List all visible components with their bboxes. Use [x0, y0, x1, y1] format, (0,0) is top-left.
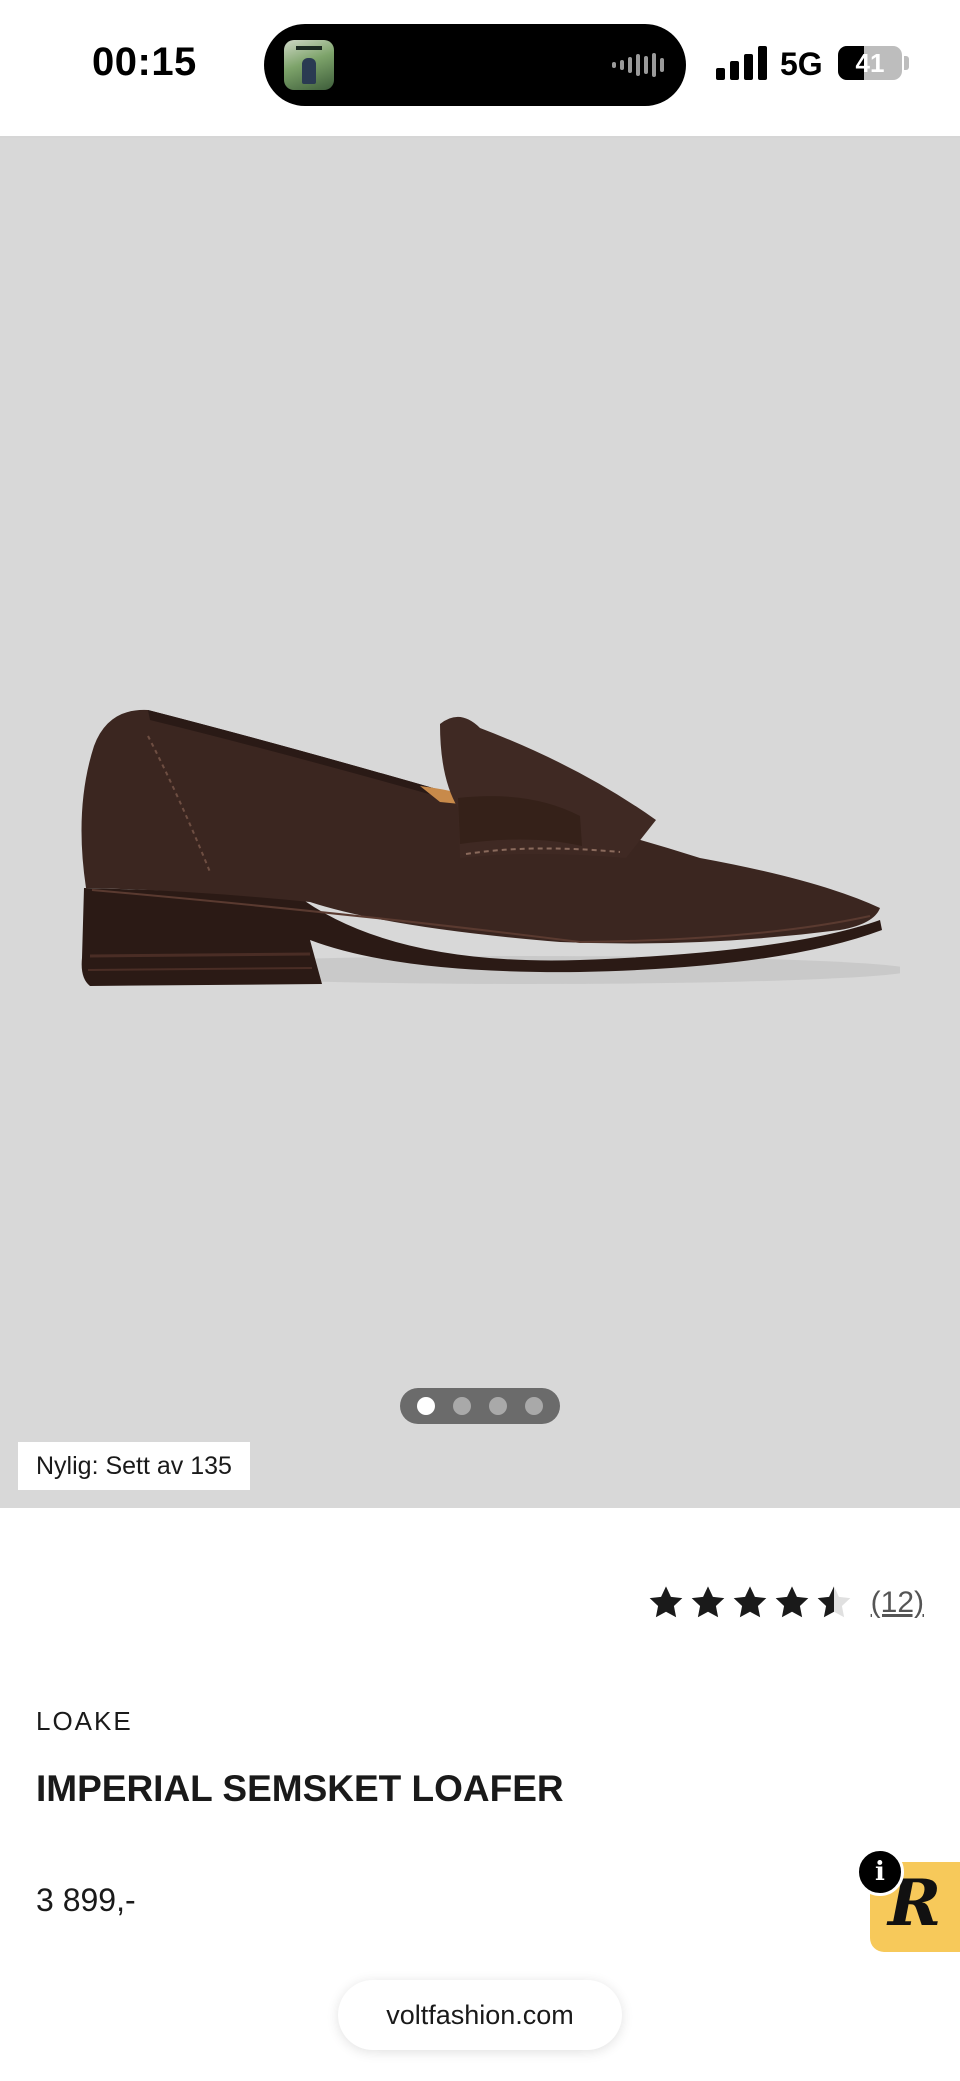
carousel-dots[interactable]	[400, 1388, 560, 1424]
carousel-dot[interactable]	[489, 1397, 507, 1415]
carousel-dot[interactable]	[417, 1397, 435, 1415]
address-bar[interactable]: voltfashion.com	[338, 1980, 622, 2050]
audio-waveform-icon	[612, 52, 664, 78]
star-icon	[733, 1586, 766, 1618]
battery-icon: 41	[838, 46, 902, 80]
product-brand[interactable]: LOAKE	[36, 1706, 133, 1737]
status-bar: 00:15 5G 41	[0, 0, 960, 138]
review-count-link[interactable]: (12)	[871, 1586, 924, 1620]
battery-level: 41	[855, 48, 885, 78]
cellular-signal-icon	[716, 46, 768, 80]
recently-viewed-badge: Nylig: Sett av 135	[18, 1442, 250, 1490]
product-rating[interactable]: (12)	[647, 1584, 924, 1622]
star-icon	[775, 1586, 808, 1618]
info-icon[interactable]: i	[856, 1848, 904, 1896]
product-price: 3 899,-	[36, 1882, 136, 1918]
product-image[interactable]: Nylig: Sett av 135	[0, 138, 960, 1508]
loafer-shoe-image	[81, 709, 900, 986]
now-playing-artwork	[284, 40, 334, 90]
network-type: 5G	[780, 46, 823, 82]
star-icon	[691, 1586, 724, 1618]
carousel-dot[interactable]	[453, 1397, 471, 1415]
carousel-dot[interactable]	[525, 1397, 543, 1415]
star-icon	[649, 1586, 682, 1618]
dynamic-island[interactable]	[264, 24, 686, 106]
half-star-icon	[817, 1586, 850, 1618]
battery-nub	[904, 56, 909, 70]
status-time: 00:15	[92, 40, 197, 84]
product-title: IMPERIAL SEMSKET LOAFER	[36, 1768, 564, 1809]
